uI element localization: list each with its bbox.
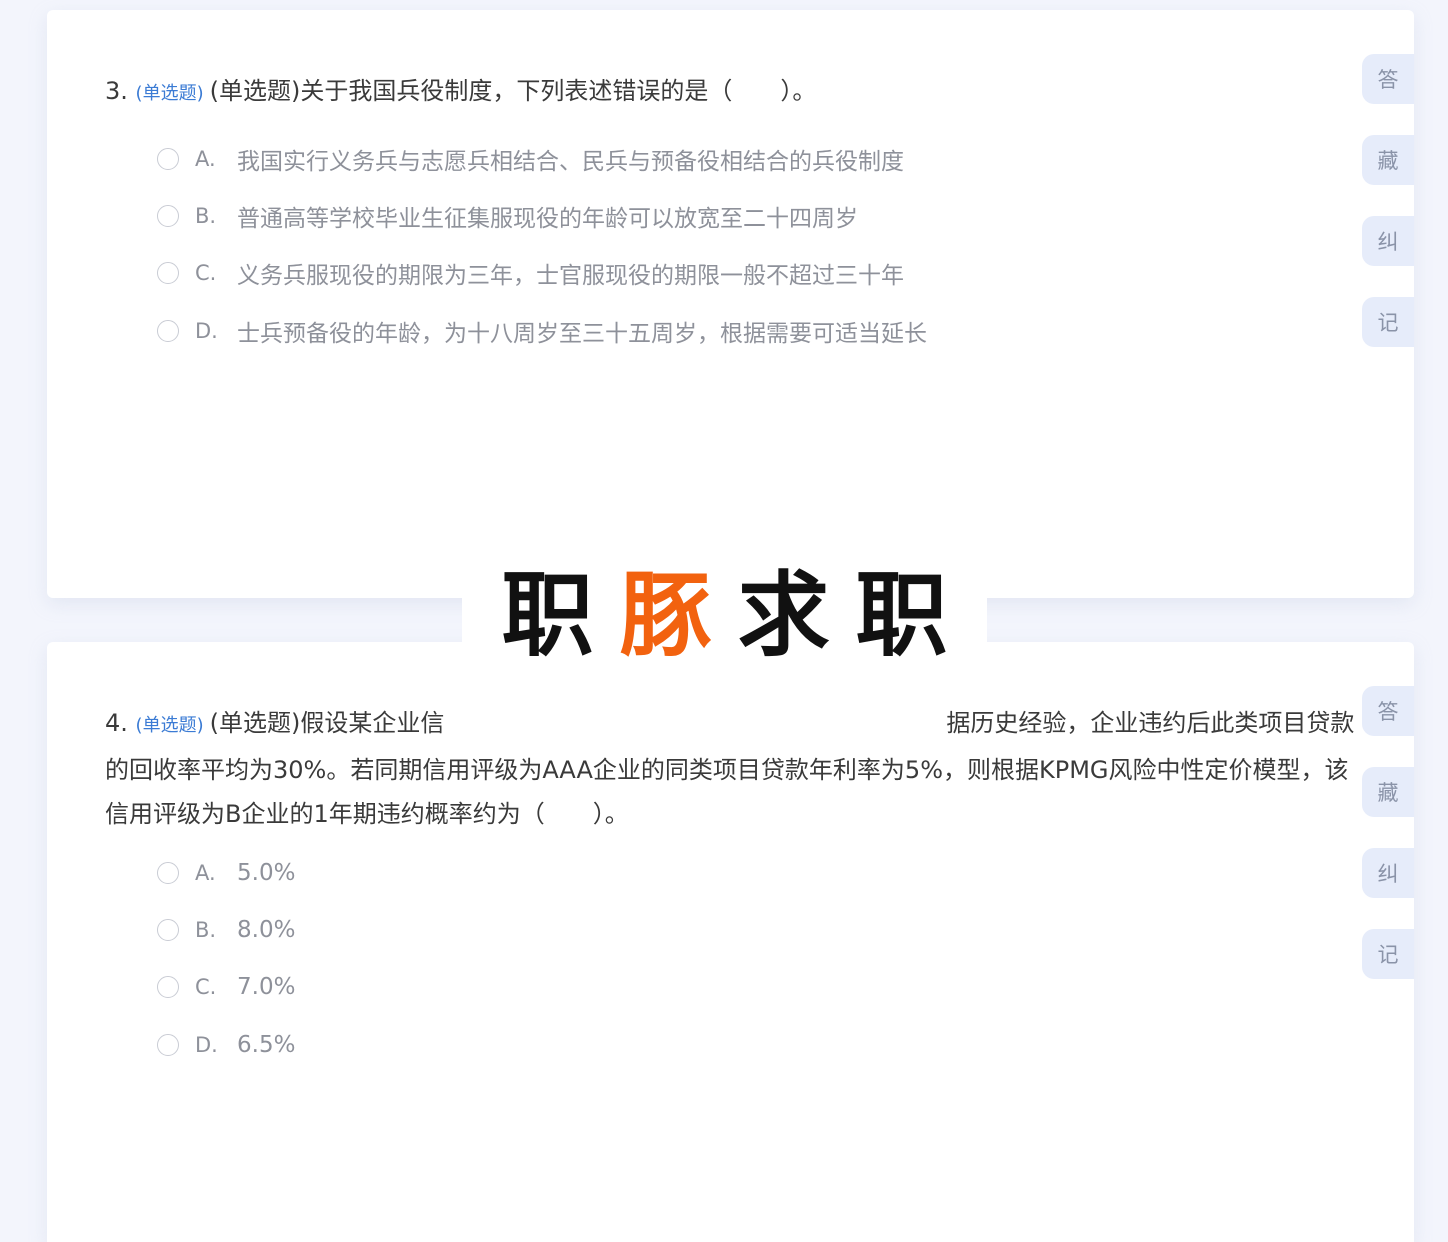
option-b[interactable]: B. 8.0% <box>157 901 295 958</box>
question-type-tag: (单选题) <box>135 715 204 736</box>
watermark-char-accent: 豚 <box>619 562 712 669</box>
option-text: 我国实行义务兵与志愿兵相结合、民兵与预备役相结合的兵役制度 <box>237 148 904 175</box>
option-text: 8.0% <box>237 916 296 943</box>
option-text: 士兵预备役的年龄，为十八周岁至三十五周岁，根据需要可适当延长 <box>237 320 927 347</box>
question-stem: 4. (单选题) (单选题)假设某企业信 据历史经验，企业违约后此类项目贷款的回收率… <box>105 701 1355 836</box>
option-text: 义务兵服现役的期限为三年，士官服现役的期限一般不超过三十年 <box>237 263 904 290</box>
note-button[interactable]: 记 <box>1362 929 1414 979</box>
option-text: 7.0% <box>237 974 296 1001</box>
option-a[interactable]: A. 5.0% <box>157 844 295 901</box>
question-type-tag: (单选题) <box>135 83 204 104</box>
question-stem: 3. (单选题) (单选题)关于我国兵役制度，下列表述错误的是（ ）。 <box>105 69 1355 116</box>
radio-button[interactable] <box>157 204 179 227</box>
favorite-button[interactable]: 藏 <box>1362 767 1414 817</box>
radio-button[interactable] <box>157 918 179 941</box>
question-number: 3. <box>105 77 128 105</box>
radio-button[interactable] <box>157 861 179 884</box>
favorite-button[interactable]: 藏 <box>1362 135 1414 185</box>
watermark-logo: 职 豚 求 职 <box>462 567 987 665</box>
option-list: A. 我国实行义务兵与志愿兵相结合、民兵与预备役相结合的兵役制度 B. 普通高等… <box>157 130 927 359</box>
option-letter: B. <box>195 203 217 228</box>
watermark-char: 求 <box>737 562 830 669</box>
option-text: 普通高等学校毕业生征集服现役的年龄可以放宽至二十四周岁 <box>237 205 858 232</box>
option-b[interactable]: B. 普通高等学校毕业生征集服现役的年龄可以放宽至二十四周岁 <box>157 187 927 244</box>
question-number: 4. <box>105 709 128 737</box>
radio-button[interactable] <box>157 976 179 999</box>
option-letter: C. <box>195 975 217 1000</box>
radio-button[interactable] <box>157 147 179 170</box>
option-d[interactable]: D. 6.5% <box>157 1016 295 1073</box>
option-letter: A. <box>195 860 216 885</box>
report-error-button[interactable]: 纠 <box>1362 216 1414 266</box>
question-text: (单选题)关于我国兵役制度，下列表述错误的是（ ）。 <box>209 77 817 105</box>
watermark-char: 职 <box>501 562 594 669</box>
radio-button[interactable] <box>157 319 179 342</box>
side-toolbar: 答 藏 纠 记 <box>1362 54 1414 378</box>
answer-button[interactable]: 答 <box>1362 54 1414 104</box>
option-c[interactable]: C. 7.0% <box>157 959 295 1016</box>
option-letter: D. <box>195 1032 218 1057</box>
option-letter: C. <box>195 261 217 286</box>
side-toolbar: 答 藏 纠 记 <box>1362 686 1414 1010</box>
radio-button[interactable] <box>157 1033 179 1056</box>
question-card: 4. (单选题) (单选题)假设某企业信 据历史经验，企业违约后此类项目贷款的回收率… <box>47 642 1414 1242</box>
question-text-part-1: (单选题)假设某企业信 <box>209 709 445 737</box>
option-a[interactable]: A. 我国实行义务兵与志愿兵相结合、民兵与预备役相结合的兵役制度 <box>157 130 927 187</box>
watermark-char: 职 <box>855 562 948 669</box>
report-error-button[interactable]: 纠 <box>1362 848 1414 898</box>
option-text: 5.0% <box>237 859 296 886</box>
option-c[interactable]: C. 义务兵服现役的期限为三年，士官服现役的期限一般不超过三十年 <box>157 245 927 302</box>
option-letter: D. <box>195 318 218 343</box>
option-d[interactable]: D. 士兵预备役的年龄，为十八周岁至三十五周岁，根据需要可适当延长 <box>157 302 927 359</box>
option-letter: B. <box>195 917 217 942</box>
radio-button[interactable] <box>157 262 179 285</box>
question-card: 3. (单选题) (单选题)关于我国兵役制度，下列表述错误的是（ ）。 A. 我国… <box>47 10 1414 598</box>
option-list: A. 5.0% B. 8.0% C. 7.0% D. 6.5% <box>157 844 295 1073</box>
answer-button[interactable]: 答 <box>1362 686 1414 736</box>
note-button[interactable]: 记 <box>1362 297 1414 347</box>
option-text: 6.5% <box>237 1031 296 1058</box>
option-letter: A. <box>195 146 216 171</box>
